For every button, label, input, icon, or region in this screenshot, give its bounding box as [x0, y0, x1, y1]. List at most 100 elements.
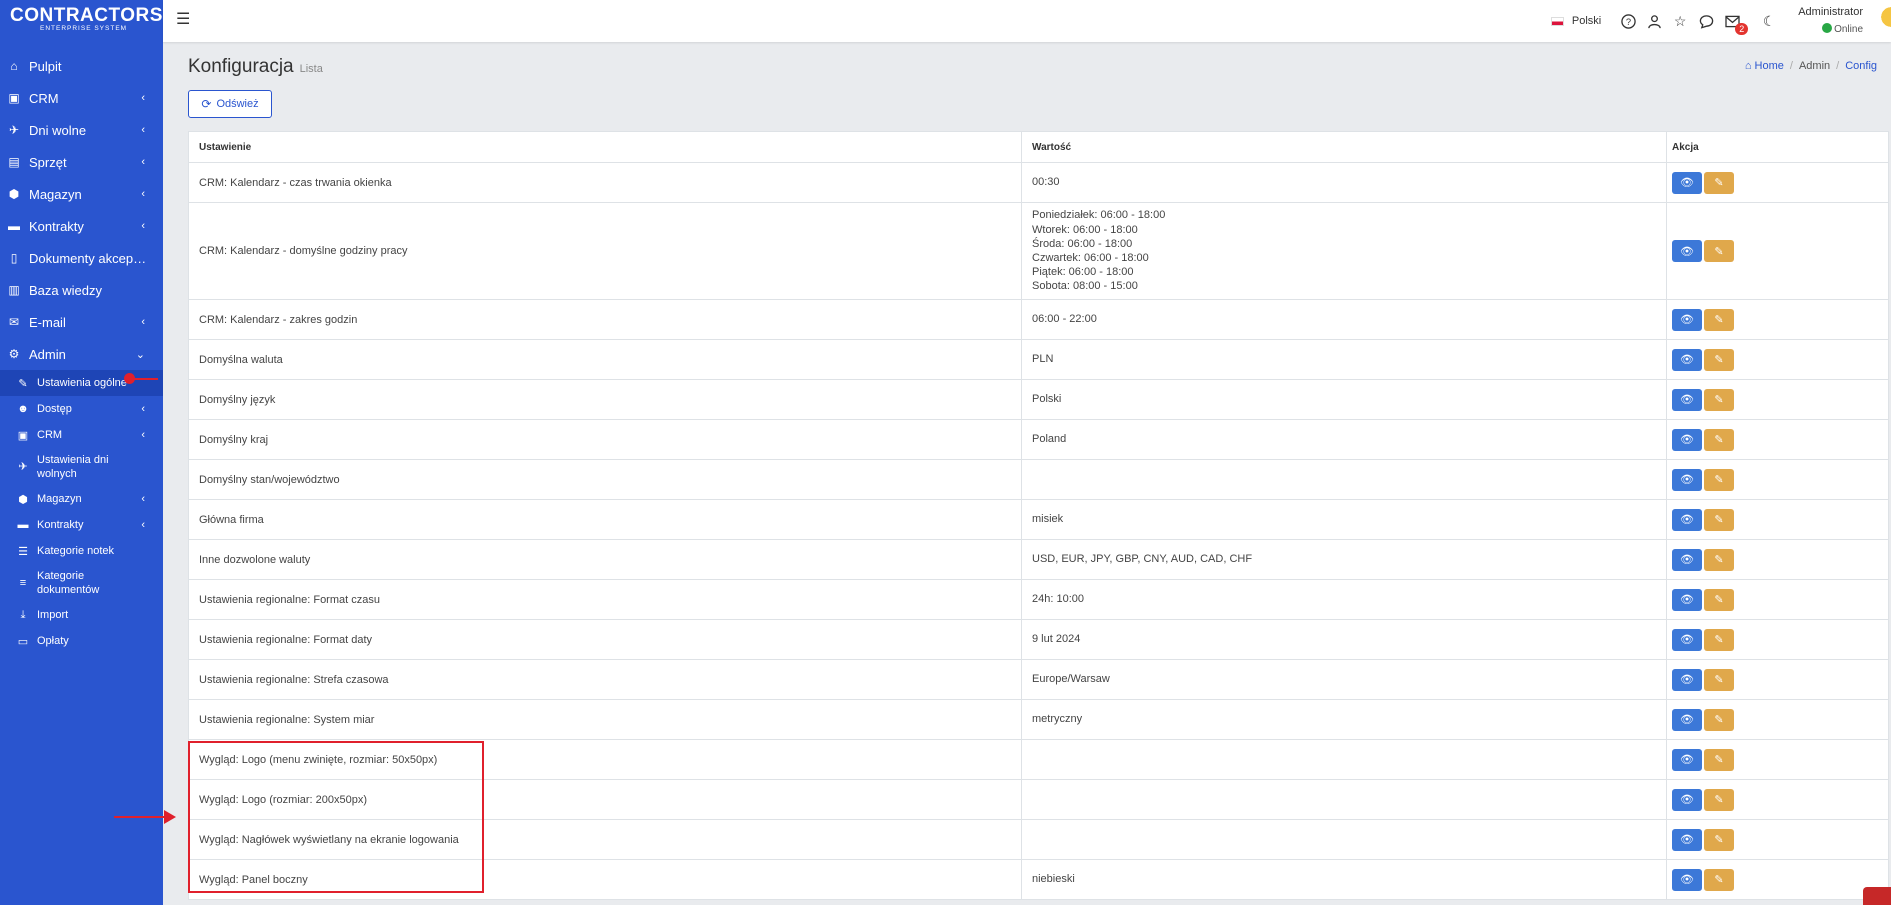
help-icon[interactable]: ? — [1620, 13, 1636, 29]
setting-value-cell: metryczny — [1021, 699, 1667, 740]
language-selector[interactable]: Polski — [1550, 15, 1601, 27]
edit-button[interactable]: ✎ — [1704, 240, 1734, 262]
sidebar-item-baza-wiedzy[interactable]: ▥ Baza wiedzy — [0, 274, 163, 306]
view-button[interactable]: 👁 — [1672, 588, 1702, 611]
table-row: Wygląd: Panel boczny niebieski 👁 ✎ — [188, 859, 1889, 900]
edit-button[interactable]: ✎ — [1704, 868, 1734, 891]
sidebar-item-dokumenty-akceptacji[interactable]: ▯ Dokumenty akceptacji — [0, 242, 163, 274]
view-button[interactable]: 👁 — [1672, 668, 1702, 691]
submenu-item-crm[interactable]: ▣ CRM ‹ — [0, 422, 163, 448]
sidebar-item-dni-wolne[interactable]: ✈ Dni wolne ‹ — [0, 114, 163, 146]
view-button[interactable]: 👁 — [1672, 828, 1702, 851]
submenu-item-ustawienia-og-lne[interactable]: ✎ Ustawienia ogólne — [0, 370, 163, 396]
view-button[interactable]: 👁 — [1672, 171, 1702, 194]
help-widget-button[interactable] — [1863, 887, 1891, 905]
view-button[interactable]: 👁 — [1672, 548, 1702, 571]
setting-value-line: 06:00 - 22:00 — [1032, 313, 1097, 326]
view-button[interactable]: 👁 — [1672, 868, 1702, 891]
setting-name-cell: Główna firma — [188, 499, 1022, 540]
avatar[interactable] — [1879, 4, 1891, 30]
eye-icon: 👁 — [1680, 177, 1694, 189]
edit-button[interactable]: ✎ — [1704, 171, 1734, 194]
hamburger-menu-icon[interactable]: ☰ — [176, 9, 190, 29]
sidebar-item-sprz-t[interactable]: ▤ Sprzęt ‹ — [0, 146, 163, 178]
breadcrumb-home[interactable]: ⌂ Home — [1745, 60, 1784, 72]
submenu-item-kontrakty[interactable]: ▬ Kontrakty ‹ — [0, 512, 163, 538]
chat-icon[interactable] — [1698, 13, 1714, 29]
edit-button[interactable]: ✎ — [1704, 588, 1734, 611]
edit-button[interactable]: ✎ — [1704, 748, 1734, 771]
briefcase-icon: ▬ — [8, 219, 20, 233]
edit-button[interactable]: ✎ — [1704, 428, 1734, 451]
submenu-item-import[interactable]: ⤓ Import — [0, 602, 163, 628]
setting-value-line: Czwartek: 06:00 - 18:00 — [1032, 252, 1149, 264]
chevron-left-icon: ‹ — [141, 220, 145, 232]
action-cell: 👁 ✎ — [1666, 539, 1889, 580]
submenu-item-op-aty[interactable]: ▭ Opłaty — [0, 628, 163, 654]
table-row: Ustawienia regionalne: System miar metryc… — [188, 699, 1889, 740]
submenu-item-dost-p[interactable]: ☻ Dostęp ‹ — [0, 396, 163, 422]
edit-button[interactable]: ✎ — [1704, 628, 1734, 651]
edit-button[interactable]: ✎ — [1704, 308, 1734, 331]
setting-value-cell: 9 lut 2024 — [1021, 619, 1667, 660]
eye-icon: 👁 — [1680, 714, 1694, 726]
sidebar-item-pulpit[interactable]: ⌂ Pulpit — [0, 50, 163, 82]
setting-value-cell: Europe/Warsaw — [1021, 659, 1667, 700]
box-icon: ⬢ — [18, 493, 28, 506]
view-button[interactable]: 👁 — [1672, 468, 1702, 491]
refresh-button[interactable]: ⟳ Odśwież — [188, 90, 272, 118]
user-menu[interactable]: Administrator Online — [1798, 4, 1863, 38]
sidebar-item-e-mail[interactable]: ✉ E-mail ‹ — [0, 306, 163, 338]
view-button[interactable]: 👁 — [1672, 240, 1702, 262]
submenu-item-label: CRM — [37, 429, 63, 441]
setting-value-line: Poland — [1032, 433, 1067, 446]
edit-button[interactable]: ✎ — [1704, 468, 1734, 491]
submenu-item-label: Ustawienia ogólne — [37, 377, 127, 389]
logo[interactable]: CONTRACTORS ENTERPRISE SYSTEM — [0, 0, 163, 42]
mail-icon[interactable]: 2 — [1724, 13, 1749, 35]
view-button[interactable]: 👁 — [1672, 308, 1702, 331]
edit-button[interactable]: ✎ — [1704, 348, 1734, 371]
home-icon: ⌂ — [10, 59, 18, 73]
edit-button[interactable]: ✎ — [1704, 548, 1734, 571]
sidebar-item-kontrakty[interactable]: ▬ Kontrakty ‹ — [0, 210, 163, 242]
edit-button[interactable]: ✎ — [1704, 388, 1734, 411]
action-cell: 👁 ✎ — [1666, 819, 1889, 860]
sidebar-item-crm[interactable]: ▣ CRM ‹ — [0, 82, 163, 114]
view-button[interactable]: 👁 — [1672, 788, 1702, 811]
setting-name-cell: Ustawienia regionalne: System miar — [188, 699, 1022, 740]
view-button[interactable]: 👁 — [1672, 708, 1702, 731]
view-button[interactable]: 👁 — [1672, 348, 1702, 371]
edit-button[interactable]: ✎ — [1704, 788, 1734, 811]
column-header-value[interactable]: Wartość — [1021, 131, 1667, 163]
edit-button[interactable]: ✎ — [1704, 668, 1734, 691]
view-button[interactable]: 👁 — [1672, 388, 1702, 411]
sidebar-item-admin[interactable]: ⚙ Admin ⌄ — [0, 338, 163, 370]
setting-value-line: metryczny — [1032, 713, 1083, 726]
breadcrumb-config[interactable]: Config — [1845, 60, 1877, 72]
setting-value-cell: USD, EUR, JPY, GBP, CNY, AUD, CAD, CHF — [1021, 539, 1667, 580]
edit-button[interactable]: ✎ — [1704, 508, 1734, 531]
setting-value-line: Poniedziałek: 06:00 - 18:00 — [1032, 209, 1166, 222]
view-button[interactable]: 👁 — [1672, 508, 1702, 531]
view-button[interactable]: 👁 — [1672, 428, 1702, 451]
submenu-item-ustawienia-dni-wolnych[interactable]: ✈ Ustawienia dni wolnych — [0, 448, 163, 486]
column-header-setting[interactable]: Ustawienie — [188, 131, 1022, 163]
edit-button[interactable]: ✎ — [1704, 828, 1734, 851]
star-icon[interactable]: ☆ — [1672, 13, 1688, 29]
edit-button[interactable]: ✎ — [1704, 708, 1734, 731]
eye-icon: 👁 — [1680, 874, 1694, 886]
submenu-item-kategorie-dokument-w[interactable]: ≡ Kategorie dokumentów — [0, 564, 163, 602]
users-icon: ☻ — [17, 403, 29, 415]
eye-icon: 👁 — [1680, 634, 1694, 646]
edit-icon: ✎ — [1714, 634, 1724, 646]
dark-mode-icon[interactable]: ☾ — [1761, 13, 1777, 29]
submenu-item-kategorie-notek[interactable]: ☰ Kategorie notek — [0, 538, 163, 564]
submenu-item-magazyn[interactable]: ⬢ Magazyn ‹ — [0, 486, 163, 512]
view-button[interactable]: 👁 — [1672, 748, 1702, 771]
sidebar-item-magazyn[interactable]: ⬢ Magazyn ‹ — [0, 178, 163, 210]
address-card-icon: ▣ — [8, 91, 20, 105]
view-button[interactable]: 👁 — [1672, 628, 1702, 651]
user-icon[interactable] — [1646, 13, 1662, 29]
action-cell: 👁 ✎ — [1666, 339, 1889, 380]
